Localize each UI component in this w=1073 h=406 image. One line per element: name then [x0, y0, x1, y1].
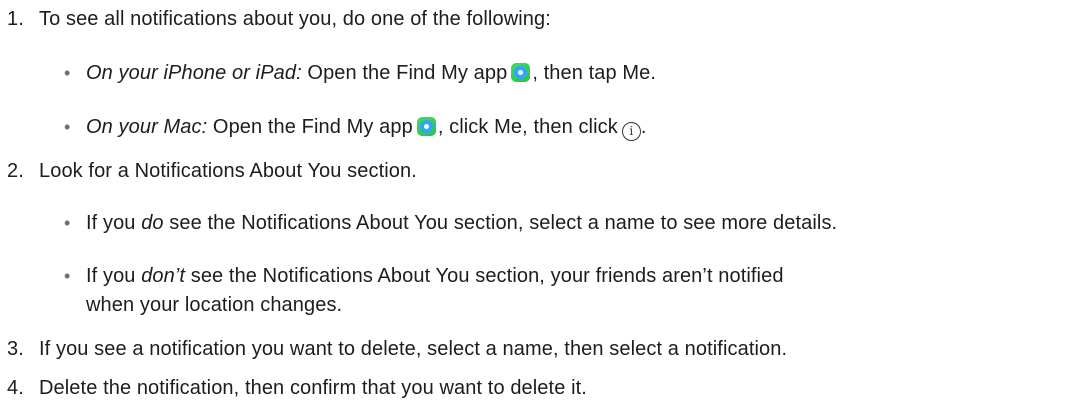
- item-text: On your Mac: Open the Find My app , click…: [86, 114, 647, 141]
- step-text: Delete the notification, then confirm th…: [39, 377, 587, 399]
- item-text: If you don’t see the Notifications About…: [86, 263, 784, 289]
- bullet: •: [64, 213, 71, 233]
- item-after-icon: , click Me, then click: [437, 116, 618, 138]
- item-after-icon: , then tap Me.: [532, 62, 657, 84]
- item-pre: If you: [86, 212, 142, 234]
- item-before-icon: Open the Find My app: [207, 116, 413, 138]
- item-post: see the Notifications About You section,…: [163, 212, 838, 234]
- item-post: see the Notifications About You section,…: [185, 265, 784, 287]
- item-label: On your iPhone or iPad:: [86, 62, 302, 84]
- item-end: .: [640, 116, 647, 138]
- item-pre: If you: [86, 265, 142, 287]
- item-before-icon: Open the Find My app: [301, 62, 508, 84]
- find-my-app-icon: [511, 63, 531, 82]
- item-text: On your iPhone or iPad: Open the Find My…: [86, 60, 656, 86]
- step-number: 2.: [7, 160, 24, 182]
- item-text: If you do see the Notifications About Yo…: [86, 210, 837, 236]
- item-emphasis: don’t: [141, 265, 186, 287]
- bullet: •: [64, 63, 71, 83]
- item-emphasis: do: [141, 212, 164, 234]
- instruction-list: 1. To see all notifications about you, d…: [0, 0, 1073, 406]
- step-text: If you see a notification you want to de…: [39, 338, 788, 360]
- item-continuation: when your location changes.: [86, 294, 343, 316]
- find-my-app-icon: [416, 117, 436, 136]
- bullet: •: [64, 117, 71, 137]
- item-label: On your Mac:: [86, 116, 208, 138]
- step-number: 4.: [7, 377, 24, 399]
- step-number: 1.: [7, 8, 24, 30]
- bullet: •: [64, 266, 71, 286]
- step-text: Look for a Notifications About You secti…: [39, 160, 417, 182]
- info-circle-icon: i: [621, 122, 641, 141]
- step-number: 3.: [7, 338, 24, 360]
- step-text: To see all notifications about you, do o…: [39, 8, 551, 30]
